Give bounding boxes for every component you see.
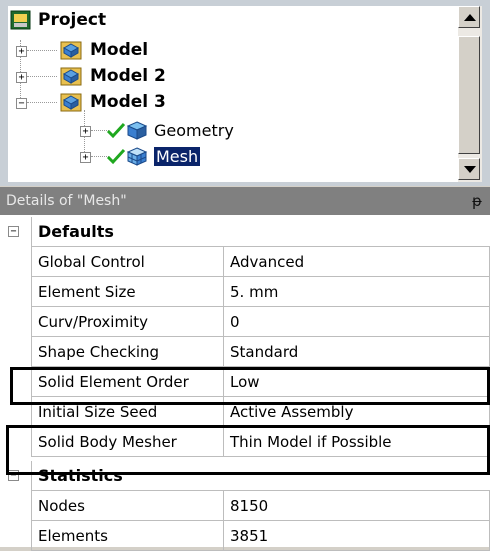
- expand-toggle[interactable]: +: [80, 152, 91, 163]
- property-name: Global Control: [32, 247, 224, 277]
- tree-node-label: Geometry: [154, 120, 234, 140]
- gutter: −: [0, 217, 32, 247]
- gutter: [0, 337, 32, 367]
- property-row[interactable]: Shape Checking Standard: [0, 337, 490, 367]
- tree-node-label: Project: [38, 10, 107, 30]
- tree-node-project[interactable]: Project: [10, 8, 106, 32]
- gutter: [0, 307, 32, 337]
- mesh-icon: [126, 147, 148, 166]
- property-row[interactable]: Global Control Advanced: [0, 247, 490, 277]
- property-value: 8150: [224, 491, 490, 521]
- tree-node-label: Model 2: [90, 66, 166, 86]
- project-tree[interactable]: Project + Model + Model 2 − Model 3 + Ge…: [8, 6, 458, 182]
- property-value[interactable]: 0: [224, 307, 490, 337]
- details-header: Details of "Mesh" ᵽ: [0, 187, 490, 215]
- tree-node-model-2[interactable]: Model 2: [60, 64, 166, 88]
- section-label: Defaults: [32, 217, 490, 247]
- tree-node-model[interactable]: Model: [60, 38, 148, 62]
- property-value[interactable]: 5. mm: [224, 277, 490, 307]
- gutter: [0, 277, 32, 307]
- scroll-down-button[interactable]: [458, 158, 480, 180]
- property-name: Curv/Proximity: [32, 307, 224, 337]
- model-icon: [60, 93, 82, 112]
- expand-toggle[interactable]: +: [80, 126, 91, 137]
- model-icon: [60, 67, 82, 86]
- property-name: Nodes: [32, 491, 224, 521]
- property-name: Element Size: [32, 277, 224, 307]
- property-value[interactable]: Standard: [224, 337, 490, 367]
- tree-scrollbar[interactable]: [458, 6, 482, 182]
- section-header-defaults[interactable]: − Defaults: [0, 217, 490, 247]
- property-row[interactable]: Nodes 8150: [0, 491, 490, 521]
- collapse-toggle[interactable]: −: [16, 98, 27, 109]
- collapse-toggle[interactable]: −: [8, 226, 19, 237]
- highlight-box: [10, 367, 490, 405]
- tree-connector: [27, 50, 57, 51]
- property-name: Shape Checking: [32, 337, 224, 367]
- check-icon: [106, 122, 126, 139]
- check-icon: [106, 148, 126, 165]
- expand-toggle[interactable]: +: [16, 46, 27, 57]
- tree-node-label: Model 3: [90, 92, 166, 112]
- scroll-up-button[interactable]: [458, 6, 480, 28]
- arrow-down-icon: [464, 166, 476, 173]
- tree-node-geometry[interactable]: Geometry: [106, 118, 234, 142]
- gutter: [0, 247, 32, 277]
- tree-node-mesh[interactable]: Mesh: [106, 144, 201, 168]
- tree-connector: [27, 76, 57, 77]
- property-value[interactable]: Advanced: [224, 247, 490, 277]
- tree-node-label: Model: [90, 40, 149, 60]
- property-row[interactable]: Element Size 5. mm: [0, 277, 490, 307]
- pin-icon[interactable]: ᵽ: [472, 187, 482, 215]
- arrow-up-icon: [464, 14, 476, 21]
- property-row[interactable]: Curv/Proximity 0: [0, 307, 490, 337]
- tree-node-label: Mesh: [154, 146, 201, 166]
- gutter: [0, 491, 32, 521]
- tree-node-model-3[interactable]: Model 3: [60, 90, 166, 114]
- geometry-icon: [126, 121, 148, 140]
- expand-toggle[interactable]: +: [16, 72, 27, 83]
- model-icon: [60, 41, 82, 60]
- details-title: Details of "Mesh": [6, 193, 127, 209]
- tree-connector: [27, 102, 57, 103]
- scroll-thumb[interactable]: [458, 36, 480, 154]
- tree-panel: Project + Model + Model 2 − Model 3 + Ge…: [0, 0, 490, 186]
- details-grid: − Defaults Global Control Advanced Eleme…: [0, 215, 490, 551]
- project-icon: [10, 10, 31, 30]
- highlight-box: [6, 425, 490, 475]
